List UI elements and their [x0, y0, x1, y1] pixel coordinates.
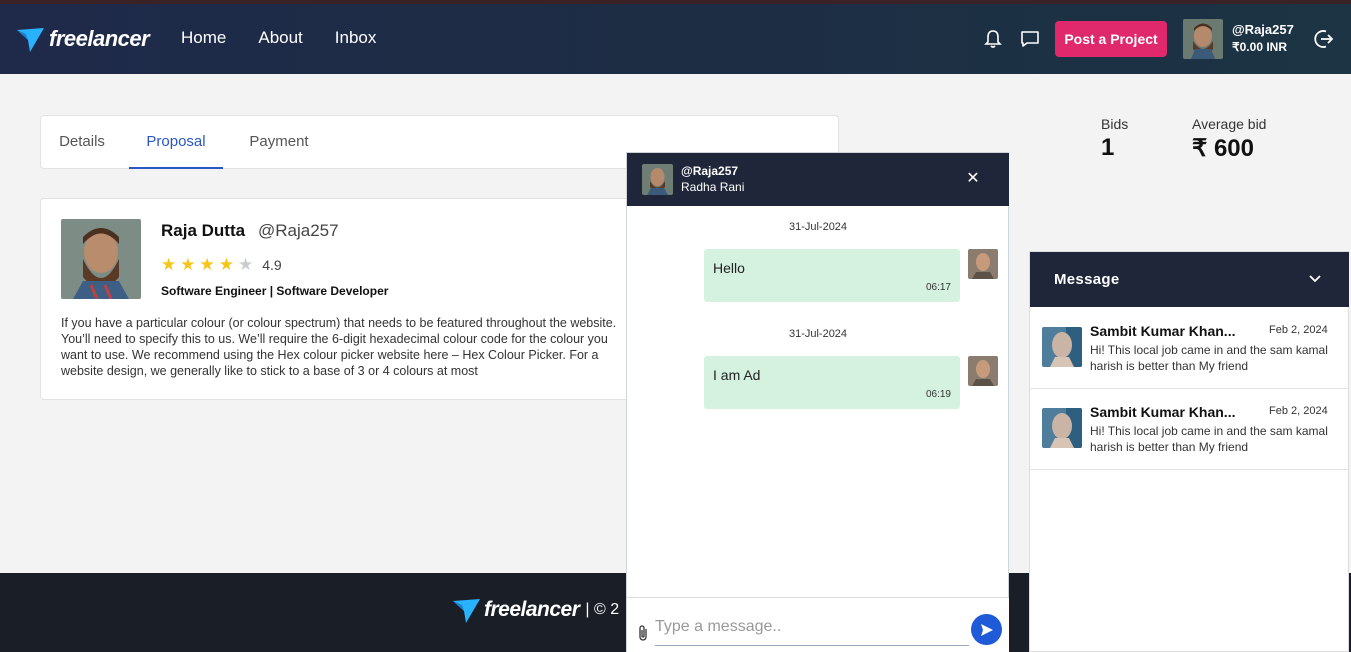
message-time: 06:17	[925, 282, 951, 293]
message-text: I am Ad	[713, 367, 761, 383]
tab-payment[interactable]: Payment	[237, 116, 321, 169]
conversation-item[interactable]: Sambit Kumar Khan... Feb 2, 2024 Hi! Thi…	[1030, 308, 1349, 389]
tab-details[interactable]: Details	[41, 116, 123, 169]
message-panel: Message Sambit Kumar Khan... Feb 2, 2024…	[1029, 251, 1349, 652]
nav-about[interactable]: About	[258, 28, 302, 48]
message-bubble: I am Ad 06:19	[704, 356, 960, 409]
message-bubble: Hello 06:17	[704, 249, 960, 302]
message-panel-title: Message	[1054, 271, 1120, 288]
user-avatar[interactable]	[1183, 19, 1223, 59]
star-icon: ★	[180, 255, 196, 274]
conversation-item[interactable]: Sambit Kumar Khan... Feb 2, 2024 Hi! Thi…	[1030, 389, 1349, 470]
avg-bid-label: Average bid	[1192, 116, 1267, 132]
bell-icon[interactable]	[982, 28, 1004, 50]
contact-name: Sambit Kumar Khan...	[1090, 404, 1236, 420]
message-date: Feb 2, 2024	[1269, 405, 1328, 417]
footer-copyright: | © 2	[585, 601, 620, 618]
message-preview: Hi! This local job came in and the sam k…	[1090, 343, 1328, 373]
send-button[interactable]	[971, 614, 1002, 645]
contact-avatar	[1042, 408, 1082, 448]
message-time: 06:19	[925, 389, 951, 400]
avg-bid-value: ₹ 600	[1192, 135, 1254, 162]
rating-value: 4.9	[262, 257, 282, 273]
message-text: Hello	[713, 260, 745, 276]
send-icon	[980, 623, 993, 636]
star-icon: ★	[161, 255, 177, 274]
nav-home[interactable]: Home	[181, 28, 226, 48]
freelancer-avatar[interactable]	[61, 219, 141, 299]
main-nav: Home About Inbox	[181, 28, 376, 48]
close-icon[interactable]: ✕	[963, 169, 983, 189]
bids-label: Bids	[1101, 116, 1129, 132]
bird-logo-icon	[453, 599, 480, 623]
footer-logo-text: freelancer	[484, 598, 580, 621]
chat-contact-handle: @Raja257	[681, 164, 739, 178]
freelancer-handle: @Raja257	[258, 221, 339, 240]
chat-window: @Raja257 Radha Rani ✕ 31-Jul-2024 Hello …	[626, 152, 1009, 652]
star-empty-icon: ★	[238, 255, 254, 274]
star-icon: ★	[218, 255, 234, 274]
contact-name: Sambit Kumar Khan...	[1090, 323, 1236, 339]
message-date: Feb 2, 2024	[1269, 324, 1328, 336]
message-date-divider: 31-Jul-2024	[788, 221, 848, 233]
chat-bubble-icon[interactable]	[1019, 28, 1041, 50]
chat-contact-name: Radha Rani	[681, 180, 745, 194]
tab-proposal[interactable]: Proposal	[129, 116, 223, 169]
chat-header: @Raja257 Radha Rani ✕	[627, 153, 1009, 206]
logo-text: freelancer	[49, 26, 150, 51]
paperclip-icon[interactable]	[637, 624, 649, 647]
freelancer-role: Software Engineer | Software Developer	[161, 284, 389, 298]
message-panel-header[interactable]: Message	[1030, 252, 1349, 307]
message-date-divider: 31-Jul-2024	[788, 328, 848, 340]
logout-icon[interactable]	[1313, 28, 1335, 50]
proposal-description: If you have a particular colour (or colo…	[61, 316, 617, 378]
username: @Raja257	[1232, 22, 1294, 37]
bird-logo-icon	[17, 28, 44, 52]
chat-input-bar	[627, 597, 1009, 652]
chat-contact-avatar	[642, 164, 673, 195]
user-info[interactable]: @Raja257 ₹0.00 INR	[1232, 22, 1294, 54]
freelancer-logo[interactable]: freelancer	[16, 22, 150, 56]
message-preview: Hi! This local job came in and the sam k…	[1090, 424, 1328, 454]
sender-avatar	[968, 356, 998, 386]
freelancer-name: Raja Dutta	[161, 221, 246, 240]
footer-logo[interactable]: freelancer | © 2	[452, 595, 619, 625]
top-navbar: freelancer Home About Inbox Post a Proje…	[0, 4, 1351, 74]
chevron-down-icon[interactable]	[1307, 270, 1323, 286]
star-icon: ★	[199, 255, 215, 274]
message-input[interactable]	[655, 608, 969, 646]
nav-inbox[interactable]: Inbox	[335, 28, 377, 48]
post-project-button[interactable]: Post a Project	[1055, 21, 1167, 57]
proposal-card: Raja Dutta @Raja257 ★ ★ ★ ★ ★ 4.9 Softwa…	[40, 198, 640, 400]
sender-avatar	[968, 249, 998, 279]
bids-value: 1	[1101, 134, 1115, 161]
rating-stars: ★ ★ ★ ★ ★ 4.9	[161, 255, 282, 275]
balance: ₹0.00 INR	[1232, 40, 1287, 54]
contact-avatar	[1042, 327, 1082, 367]
